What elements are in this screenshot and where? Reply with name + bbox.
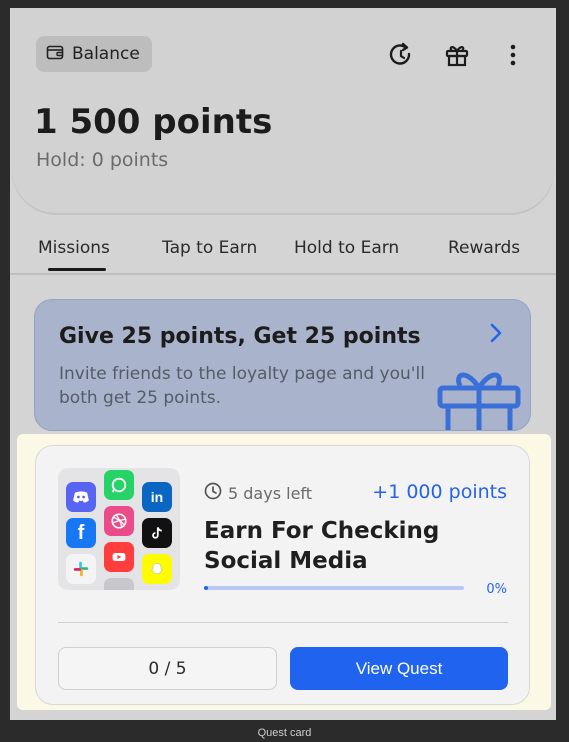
- quest-title: Earn For Checking Social Media: [204, 518, 440, 574]
- balance-header: Balance 1 500 points Hold: 0 points: [12, 8, 554, 213]
- balance-label: Balance: [72, 44, 140, 64]
- invite-description: Invite friends to the loyalty page and y…: [59, 364, 425, 408]
- social-apps-thumbnail: in f: [58, 468, 180, 590]
- view-quest-button[interactable]: View Quest: [290, 647, 508, 690]
- active-tab-indicator: [48, 268, 106, 271]
- youtube-icon: [104, 542, 134, 572]
- quest-divider: [58, 622, 508, 623]
- clock-icon: [204, 482, 222, 504]
- chevron-right-icon[interactable]: [488, 322, 504, 348]
- dribbble-icon: [104, 506, 134, 536]
- invite-title: Give 25 points, Get 25 points: [59, 324, 421, 349]
- refresh-icon[interactable]: [386, 40, 416, 70]
- tiktok-icon: [142, 518, 172, 548]
- quest-counter: 0 / 5: [58, 647, 277, 690]
- tab-rewards[interactable]: Rewards: [448, 238, 520, 258]
- hold-points: Hold: 0 points: [36, 149, 169, 171]
- tab-divider: [10, 273, 556, 275]
- snapchat-icon: [142, 554, 172, 584]
- quest-progress-fill: [204, 586, 208, 590]
- gift-illustration-icon: [434, 362, 524, 430]
- app-frame: Balance 1 500 points Hold: 0 points Miss…: [10, 8, 556, 720]
- tab-tap-to-earn[interactable]: Tap to Earn: [162, 238, 257, 258]
- gift-icon[interactable]: [442, 40, 472, 70]
- whatsapp-icon: [104, 470, 134, 500]
- more-vertical-icon[interactable]: [498, 40, 528, 70]
- facebook-icon: f: [66, 518, 96, 548]
- quest-reward: +1 000 points: [372, 481, 507, 503]
- time-left-text: 5 days left: [228, 483, 313, 503]
- tab-missions[interactable]: Missions: [38, 238, 110, 258]
- quest-progress-bar: [204, 586, 464, 590]
- balance-chip[interactable]: Balance: [36, 36, 152, 72]
- quest-card[interactable]: in f 5 days left +1 000 points Earn For …: [35, 445, 530, 705]
- invite-banner[interactable]: Give 25 points, Get 25 points Invite fri…: [34, 299, 531, 431]
- points-balance: 1 500 points: [34, 102, 273, 142]
- time-left: 5 days left: [204, 482, 312, 504]
- tab-bar: Missions Tap to Earn Hold to Earn Reward…: [10, 232, 556, 276]
- discord-icon: [66, 482, 96, 512]
- tab-hold-to-earn[interactable]: Hold to Earn: [294, 238, 399, 258]
- wallet-icon: [46, 43, 64, 66]
- quest-progress-percent: 0%: [486, 582, 507, 597]
- frame-caption: Quest card: [257, 727, 312, 739]
- linkedin-icon: in: [142, 482, 172, 512]
- slack-icon: [66, 554, 96, 584]
- app-icon-partial: [104, 578, 134, 590]
